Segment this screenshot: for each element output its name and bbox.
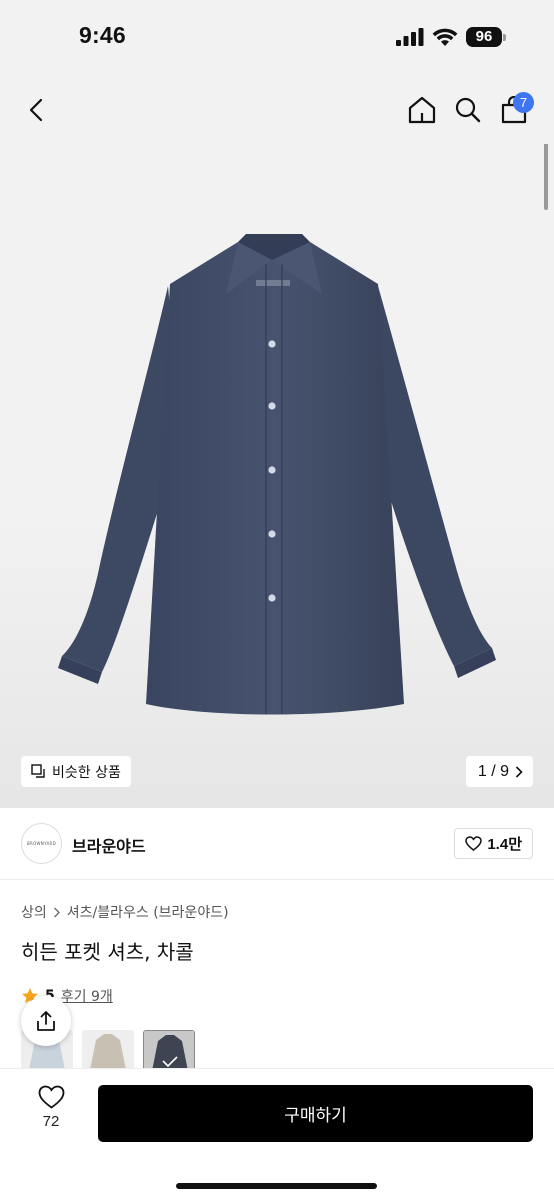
reviews-link[interactable]: 후기 9개 xyxy=(61,986,113,1006)
scroll-indicator[interactable] xyxy=(544,144,548,210)
wishlist-count: 72 xyxy=(42,1113,60,1130)
color-swatch-charcoal[interactable] xyxy=(143,1030,195,1068)
top-navigation: 7 xyxy=(0,76,554,144)
cart-button[interactable]: 7 xyxy=(494,90,534,130)
back-chevron-icon xyxy=(29,98,43,122)
wifi-icon xyxy=(432,28,458,46)
product-title: 히든 포켓 셔츠, 차콜 xyxy=(21,940,194,964)
chevron-right-icon xyxy=(515,765,523,778)
brand-like-button[interactable]: 1.4만 xyxy=(454,828,533,859)
home-icon xyxy=(408,96,436,124)
buy-button[interactable]: 구매하기 xyxy=(98,1085,533,1142)
image-page-indicator[interactable]: 1 / 9 xyxy=(465,756,533,787)
brand-row: BROWNYARD 브라운야드 1.4만 xyxy=(0,808,554,880)
share-icon xyxy=(37,1011,55,1031)
breadcrumb-subcategory[interactable]: 셔츠/블라우스 (브라운야드) xyxy=(67,902,229,922)
chevron-right-icon xyxy=(53,907,60,917)
status-bar: 9:46 96 xyxy=(0,0,554,76)
cellular-signal-icon xyxy=(396,28,424,46)
back-button[interactable] xyxy=(16,90,56,130)
cart-count-badge: 7 xyxy=(513,92,534,113)
similar-products-label: 비슷한 상품 xyxy=(52,764,121,781)
product-image xyxy=(58,234,496,715)
search-icon xyxy=(455,97,481,123)
brand-likes-count: 1.4만 xyxy=(487,836,522,853)
breadcrumb: 상의 셔츠/블라우스 (브라운야드) xyxy=(21,902,229,922)
brand-name[interactable]: 브라운야드 xyxy=(72,833,146,857)
page-indicator-text: 1 / 9 xyxy=(477,762,509,780)
bottom-action-bar: 72 구매하기 xyxy=(0,1068,554,1200)
wishlist-button[interactable]: 72 xyxy=(28,1085,74,1130)
breadcrumb-category[interactable]: 상의 xyxy=(21,902,47,922)
heart-icon xyxy=(38,1085,64,1109)
swatch-shirt-charcoal xyxy=(144,1031,194,1068)
copy-icon xyxy=(31,764,45,778)
home-indicator xyxy=(176,1183,377,1189)
home-button[interactable] xyxy=(402,90,442,130)
brand-logo[interactable]: BROWNYARD xyxy=(21,823,62,864)
status-icons: 96 xyxy=(396,27,506,47)
share-button[interactable] xyxy=(21,996,71,1046)
battery-tip xyxy=(503,33,506,41)
similar-products-button[interactable]: 비슷한 상품 xyxy=(21,756,131,787)
product-image-gallery[interactable]: 비슷한 상품 1 / 9 xyxy=(0,144,554,808)
heart-icon xyxy=(465,836,483,851)
color-swatch-beige[interactable] xyxy=(82,1030,134,1068)
status-time: 9:46 xyxy=(79,22,126,48)
swatch-shirt-beige xyxy=(82,1030,134,1068)
battery-icon: 96 xyxy=(466,27,506,47)
search-button[interactable] xyxy=(448,90,488,130)
battery-level: 96 xyxy=(466,27,502,47)
